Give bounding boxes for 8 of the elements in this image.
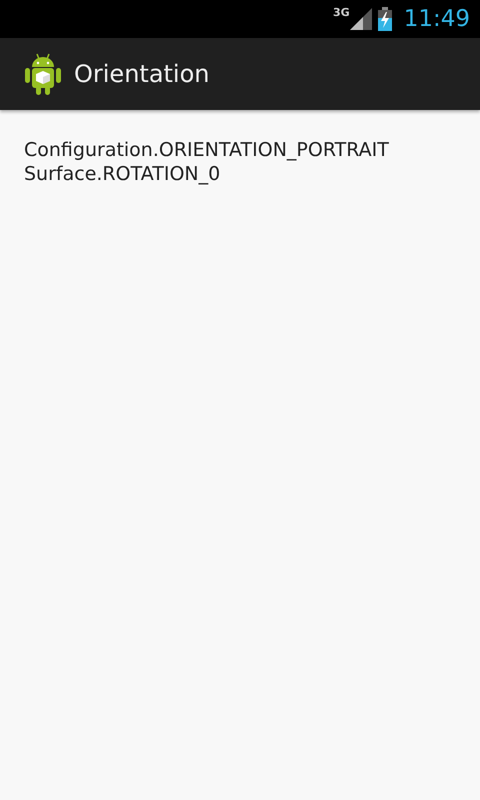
robot-icon[interactable] bbox=[24, 52, 62, 96]
clock: 11:49 bbox=[404, 6, 470, 32]
info-text: Surface.ROTATION_0 bbox=[24, 162, 222, 186]
network-type: 3G bbox=[333, 6, 350, 19]
battery-charging-icon bbox=[378, 7, 392, 31]
signal-icon bbox=[350, 8, 372, 30]
app-title: Orientation bbox=[74, 60, 210, 88]
info-text: Configuration.ORIENTATION_PORTRAIT bbox=[24, 138, 390, 162]
